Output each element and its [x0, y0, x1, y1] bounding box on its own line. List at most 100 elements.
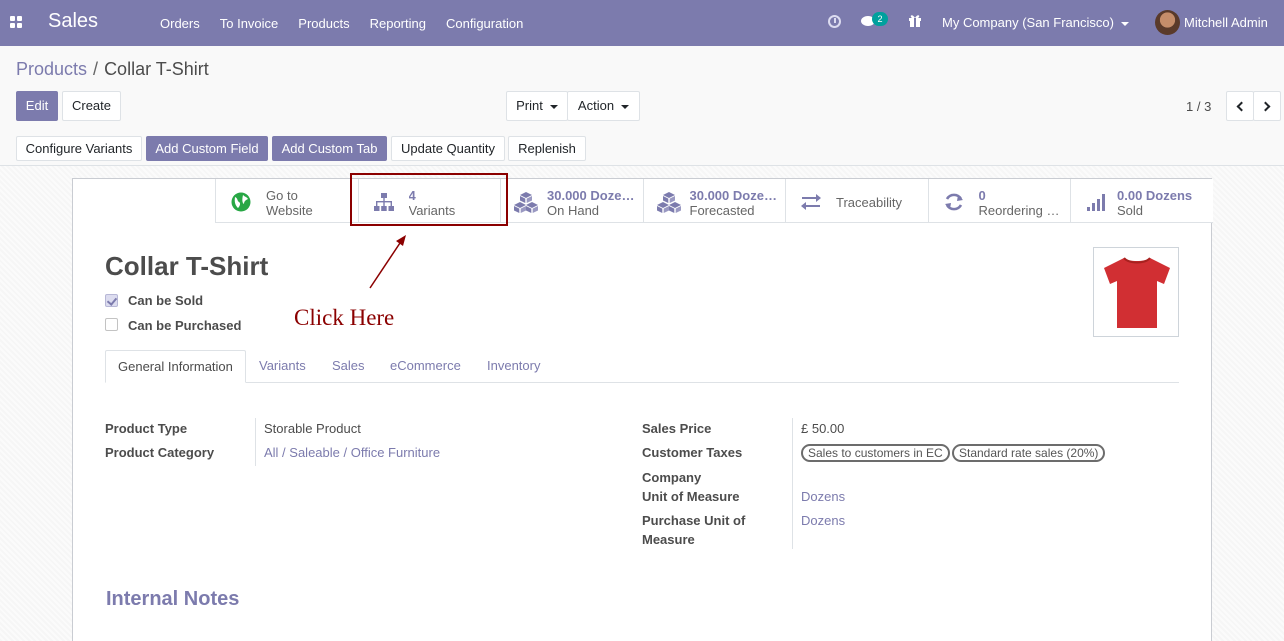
- product-type-value[interactable]: Storable Product: [264, 421, 361, 436]
- company-label: Company: [642, 470, 702, 485]
- sales-price-value[interactable]: £ 50.00: [801, 421, 844, 436]
- can-be-purchased-label: Can be Purchased: [128, 318, 242, 333]
- app-brand[interactable]: Sales: [48, 10, 98, 33]
- menu-configuration[interactable]: Configuration: [436, 16, 533, 31]
- purchase-uom-link[interactable]: Dozens: [801, 513, 845, 528]
- can-be-purchased-checkbox[interactable]: [105, 318, 118, 331]
- can-be-sold-label: Can be Sold: [128, 293, 204, 308]
- product-category-label: Product Category: [105, 445, 215, 460]
- product-image[interactable]: [1093, 247, 1179, 337]
- add-custom-tab-button[interactable]: Add Custom Tab: [272, 136, 387, 161]
- tab-sales[interactable]: Sales: [332, 350, 365, 383]
- activity-clock-icon[interactable]: [828, 15, 841, 28]
- sold-value: 0.00 Dozens: [1117, 188, 1193, 203]
- pager-previous-button[interactable]: [1226, 91, 1254, 121]
- variants-label: Variants: [408, 203, 456, 218]
- annotation-arrow-icon: [369, 235, 406, 289]
- pager-next-button[interactable]: [1253, 91, 1281, 121]
- menu-reporting[interactable]: Reporting: [360, 16, 436, 31]
- product-name[interactable]: Collar T-Shirt: [105, 251, 268, 282]
- go-to-website-button[interactable]: Go to Website: [215, 179, 358, 223]
- unit-of-measure-label: Unit of Measure: [642, 489, 740, 504]
- customer-taxes-label: Customer Taxes: [642, 445, 743, 460]
- tshirt-image: [1104, 257, 1170, 328]
- website-line-1: Go to: [266, 188, 298, 203]
- on-hand-label: On Hand: [547, 203, 600, 218]
- create-button[interactable]: Create: [62, 91, 121, 121]
- update-quantity-button[interactable]: Update Quantity: [391, 136, 505, 161]
- cubes-icon: [656, 192, 681, 213]
- menu-products[interactable]: Products: [288, 16, 359, 31]
- refresh-icon: [944, 193, 963, 211]
- menu-orders[interactable]: Orders: [150, 16, 210, 31]
- tab-ecommerce[interactable]: eCommerce: [390, 350, 461, 383]
- main-menu: Orders To Invoice Products Reporting Con…: [150, 0, 533, 46]
- can-be-sold-checkbox[interactable]: [105, 294, 118, 307]
- purchase-uom-label-line2: Measure: [642, 532, 695, 547]
- variants-smart-button[interactable]: 4 Variants: [357, 179, 500, 223]
- gift-icon[interactable]: [908, 13, 922, 27]
- variants-count: 4: [408, 188, 416, 203]
- chevron-left-icon: [1236, 101, 1247, 112]
- tax-tag-standard[interactable]: Standard rate sales (20%): [952, 444, 1106, 462]
- user-menu[interactable]: Mitchell Admin: [1184, 15, 1268, 30]
- annotation-click-here: Click Here: [294, 305, 395, 330]
- tab-inventory[interactable]: Inventory: [487, 350, 540, 383]
- form-tabs: General Information Variants Sales eComm…: [105, 350, 1179, 383]
- breadcrumb-separator: /: [93, 59, 99, 79]
- smart-button-bar: Go to Website 4 Variants 30.000 Dozens O…: [215, 179, 1213, 223]
- chat-count-badge: 2: [872, 12, 888, 26]
- breadcrumb: Products / Collar T-Shirt: [16, 59, 209, 80]
- edit-button[interactable]: Edit: [16, 91, 58, 121]
- reordering-label: Reordering Rules: [978, 203, 1067, 218]
- replenish-button[interactable]: Replenish: [508, 136, 586, 161]
- forecasted-smart-button[interactable]: 30.000 Dozens Forecasted: [642, 179, 785, 223]
- menu-to-invoice[interactable]: To Invoice: [210, 16, 289, 31]
- pager-value[interactable]: 1 / 3: [1186, 99, 1211, 114]
- breadcrumb-current: Collar T-Shirt: [104, 59, 209, 79]
- product-category-link[interactable]: All / Saleable / Office Furniture: [264, 445, 440, 460]
- sales-price-label: Sales Price: [642, 421, 712, 436]
- tab-general-information[interactable]: General Information: [105, 350, 246, 383]
- apps-menu-icon[interactable]: [10, 16, 22, 28]
- company-switcher[interactable]: My Company (San Francisco): [942, 15, 1129, 30]
- configure-variants-button[interactable]: Configure Variants: [16, 136, 142, 161]
- exchange-icon: [801, 194, 821, 210]
- sold-smart-button[interactable]: 0.00 Dozens Sold: [1070, 179, 1213, 223]
- traceability-label: Traceability: [836, 195, 902, 210]
- traceability-smart-button[interactable]: Traceability: [785, 179, 928, 223]
- print-dropdown[interactable]: Print: [506, 91, 568, 121]
- website-line-2: Website: [266, 203, 313, 218]
- add-custom-field-button[interactable]: Add Custom Field: [146, 136, 268, 161]
- chevron-down-icon: [621, 104, 630, 109]
- cubes-icon: [514, 192, 538, 213]
- chevron-down-icon: [1120, 21, 1129, 26]
- breadcrumb-products[interactable]: Products: [16, 59, 87, 79]
- company-name: My Company (San Francisco): [942, 15, 1114, 30]
- on-hand-smart-button[interactable]: 30.000 Dozens On Hand: [500, 179, 643, 223]
- forecasted-value: 30.000 Dozens: [689, 188, 778, 203]
- on-hand-value: 30.000 Dozens: [547, 188, 635, 203]
- internal-notes-heading: Internal Notes: [106, 588, 240, 610]
- user-avatar[interactable]: [1155, 10, 1180, 35]
- globe-icon: [231, 192, 251, 212]
- sold-label: Sold: [1117, 203, 1144, 218]
- chevron-right-icon: [1260, 101, 1271, 112]
- forecasted-label: Forecasted: [689, 203, 755, 218]
- left-field-divider: [255, 418, 256, 466]
- product-type-label: Product Type: [105, 421, 188, 436]
- tax-tag-ec[interactable]: Sales to customers in EC: [801, 444, 950, 462]
- purchase-uom-label-line1: Purchase Unit of: [642, 513, 746, 528]
- unit-of-measure-link[interactable]: Dozens: [801, 489, 845, 504]
- form-sheet: Go to Website 4 Variants 30.000 Dozens O…: [72, 178, 1213, 641]
- sitemap-icon: [373, 193, 394, 211]
- reordering-value: 0: [978, 188, 986, 203]
- action-dropdown[interactable]: Action: [567, 91, 640, 121]
- chevron-down-icon: [549, 104, 558, 109]
- top-navbar: Sales Orders To Invoice Products Reporti…: [0, 0, 1284, 46]
- reordering-rules-smart-button[interactable]: 0Reordering Rules: [927, 179, 1070, 223]
- right-field-divider: [792, 418, 793, 549]
- signal-icon: [1087, 194, 1105, 211]
- print-label: Print: [516, 98, 543, 113]
- tab-variants[interactable]: Variants: [259, 350, 306, 383]
